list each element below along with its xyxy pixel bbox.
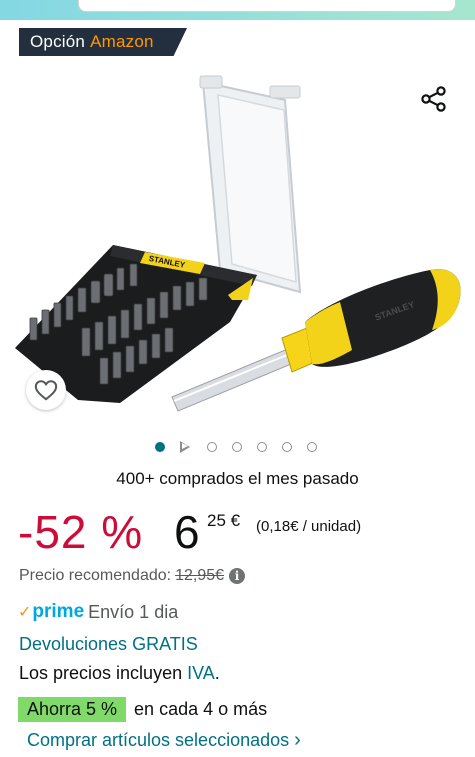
price-whole: 6	[174, 506, 200, 558]
price-per-unit: (0,18€ / unidad)	[256, 518, 362, 535]
recommended-price: Precio recomendado: 12,95€ i	[19, 567, 246, 585]
product-image[interactable]: STANLEY STANLEY	[0, 60, 475, 420]
vat-link[interactable]: IVA	[187, 663, 215, 683]
info-icon[interactable]: i	[229, 568, 246, 584]
purchases-last-month: 400+ comprados el mes pasado	[116, 469, 359, 488]
buy-link-label: Comprar artículos seleccionados	[27, 730, 290, 750]
free-returns-link[interactable]: Devoluciones GRATIS	[19, 634, 198, 655]
rrp-label: Precio recomendado:	[19, 567, 172, 584]
image-carousel-dots	[155, 440, 332, 454]
carousel-dot[interactable]	[257, 442, 267, 452]
discount-percent: -52 %	[18, 506, 144, 558]
prime-delivery: ✓ prime Envío 1 dia	[18, 601, 178, 623]
amazon-choice-badge: Opción Amazon	[19, 28, 187, 56]
wishlist-heart-button[interactable]	[26, 370, 66, 410]
video-play-icon[interactable]	[180, 441, 190, 453]
savings-badge: Ahorra 5 %	[18, 697, 127, 722]
search-bar[interactable]	[78, 0, 456, 12]
vat-suffix: .	[214, 663, 220, 683]
prime-logo: ✓ prime	[18, 601, 84, 623]
promo-text: en cada 4 o más	[134, 699, 268, 719]
prime-check-icon: ✓	[18, 604, 32, 621]
carousel-dot[interactable]	[307, 442, 317, 452]
chevron-right-icon: ›	[294, 729, 301, 751]
carousel-dot[interactable]	[282, 442, 292, 452]
heart-icon	[34, 380, 58, 401]
shipping-text: Envío 1 dia	[88, 601, 179, 622]
vat-prefix: Los precios incluyen	[19, 663, 183, 683]
prime-wordmark: prime	[32, 601, 85, 622]
vat-note: Los precios incluyen IVA.	[19, 663, 220, 684]
shop-selected-items-link[interactable]: Comprar artículos seleccionados ›	[27, 729, 301, 752]
badge-brand: Amazon	[90, 32, 154, 51]
badge-prefix: Opción	[30, 32, 86, 51]
carousel-dot[interactable]	[207, 442, 217, 452]
promo-row: Ahorra 5 % en cada 4 o más	[18, 697, 267, 722]
rrp-value: 12,95€	[175, 567, 225, 584]
price-fraction: 25 €	[207, 511, 241, 530]
carousel-dot-active[interactable]	[155, 442, 165, 452]
carousel-dot[interactable]	[232, 442, 242, 452]
